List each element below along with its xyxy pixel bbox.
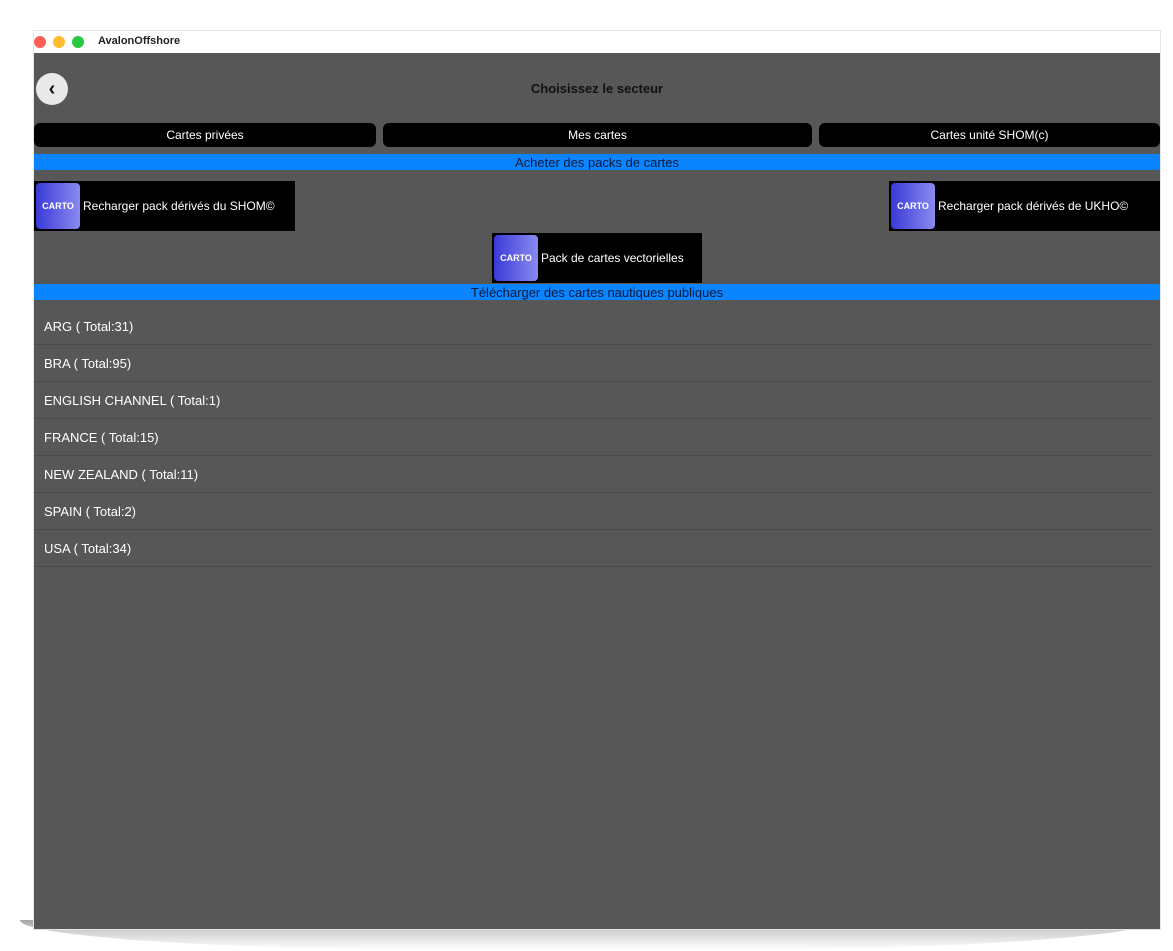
carto-icon: CARTO bbox=[494, 235, 538, 281]
tab-label: Mes cartes bbox=[568, 128, 627, 142]
tab-label: Cartes unité SHOM(c) bbox=[930, 128, 1049, 142]
main-content: ‹ Choisissez le secteur Cartes privées M… bbox=[34, 53, 1160, 929]
reload-ukho-pack-button[interactable]: CARTO Recharger pack dérivés de UKHO© bbox=[889, 181, 1160, 231]
vector-charts-pack-button[interactable]: CARTO Pack de cartes vectorielles bbox=[492, 233, 702, 283]
region-item[interactable]: SPAIN ( Total:2) bbox=[34, 493, 1152, 530]
region-item[interactable]: NEW ZEALAND ( Total:11) bbox=[34, 456, 1152, 493]
carto-icon: CARTO bbox=[36, 183, 80, 229]
section-header-buy-packs: Acheter des packs de cartes bbox=[34, 154, 1160, 170]
app-window: AvalonOffshore ‹ Choisissez le secteur C… bbox=[34, 31, 1160, 929]
reload-shom-pack-button[interactable]: CARTO Recharger pack dérivés du SHOM© bbox=[34, 181, 295, 231]
window-title: AvalonOffshore bbox=[98, 35, 181, 47]
region-item[interactable]: USA ( Total:34) bbox=[34, 530, 1152, 567]
tab-label: Cartes privées bbox=[166, 128, 244, 142]
pack-label: Pack de cartes vectorielles bbox=[541, 251, 684, 265]
tab-cartes-privees[interactable]: Cartes privées bbox=[34, 123, 376, 147]
carto-icon: CARTO bbox=[891, 183, 935, 229]
minimize-window-button[interactable] bbox=[53, 36, 65, 48]
title-bar: AvalonOffshore bbox=[34, 31, 1160, 53]
page-title: Choisissez le secteur bbox=[530, 81, 664, 96]
pack-label: Recharger pack dérivés de UKHO© bbox=[938, 199, 1129, 213]
region-item[interactable]: FRANCE ( Total:15) bbox=[34, 419, 1152, 456]
close-window-button[interactable] bbox=[34, 36, 46, 48]
region-item[interactable]: ARG ( Total:31) bbox=[34, 308, 1152, 345]
region-list: ARG ( Total:31) BRA ( Total:95) ENGLISH … bbox=[34, 308, 1152, 567]
region-item[interactable]: BRA ( Total:95) bbox=[34, 345, 1152, 382]
zoom-window-button[interactable] bbox=[72, 36, 84, 48]
tab-cartes-unite-shom[interactable]: Cartes unité SHOM(c) bbox=[819, 123, 1160, 147]
tab-mes-cartes[interactable]: Mes cartes bbox=[383, 123, 812, 147]
region-item[interactable]: ENGLISH CHANNEL ( Total:1) bbox=[34, 382, 1152, 419]
pack-label: Recharger pack dérivés du SHOM© bbox=[83, 199, 275, 213]
section-header-public-charts: Télécharger des cartes nautiques publiqu… bbox=[34, 284, 1160, 300]
